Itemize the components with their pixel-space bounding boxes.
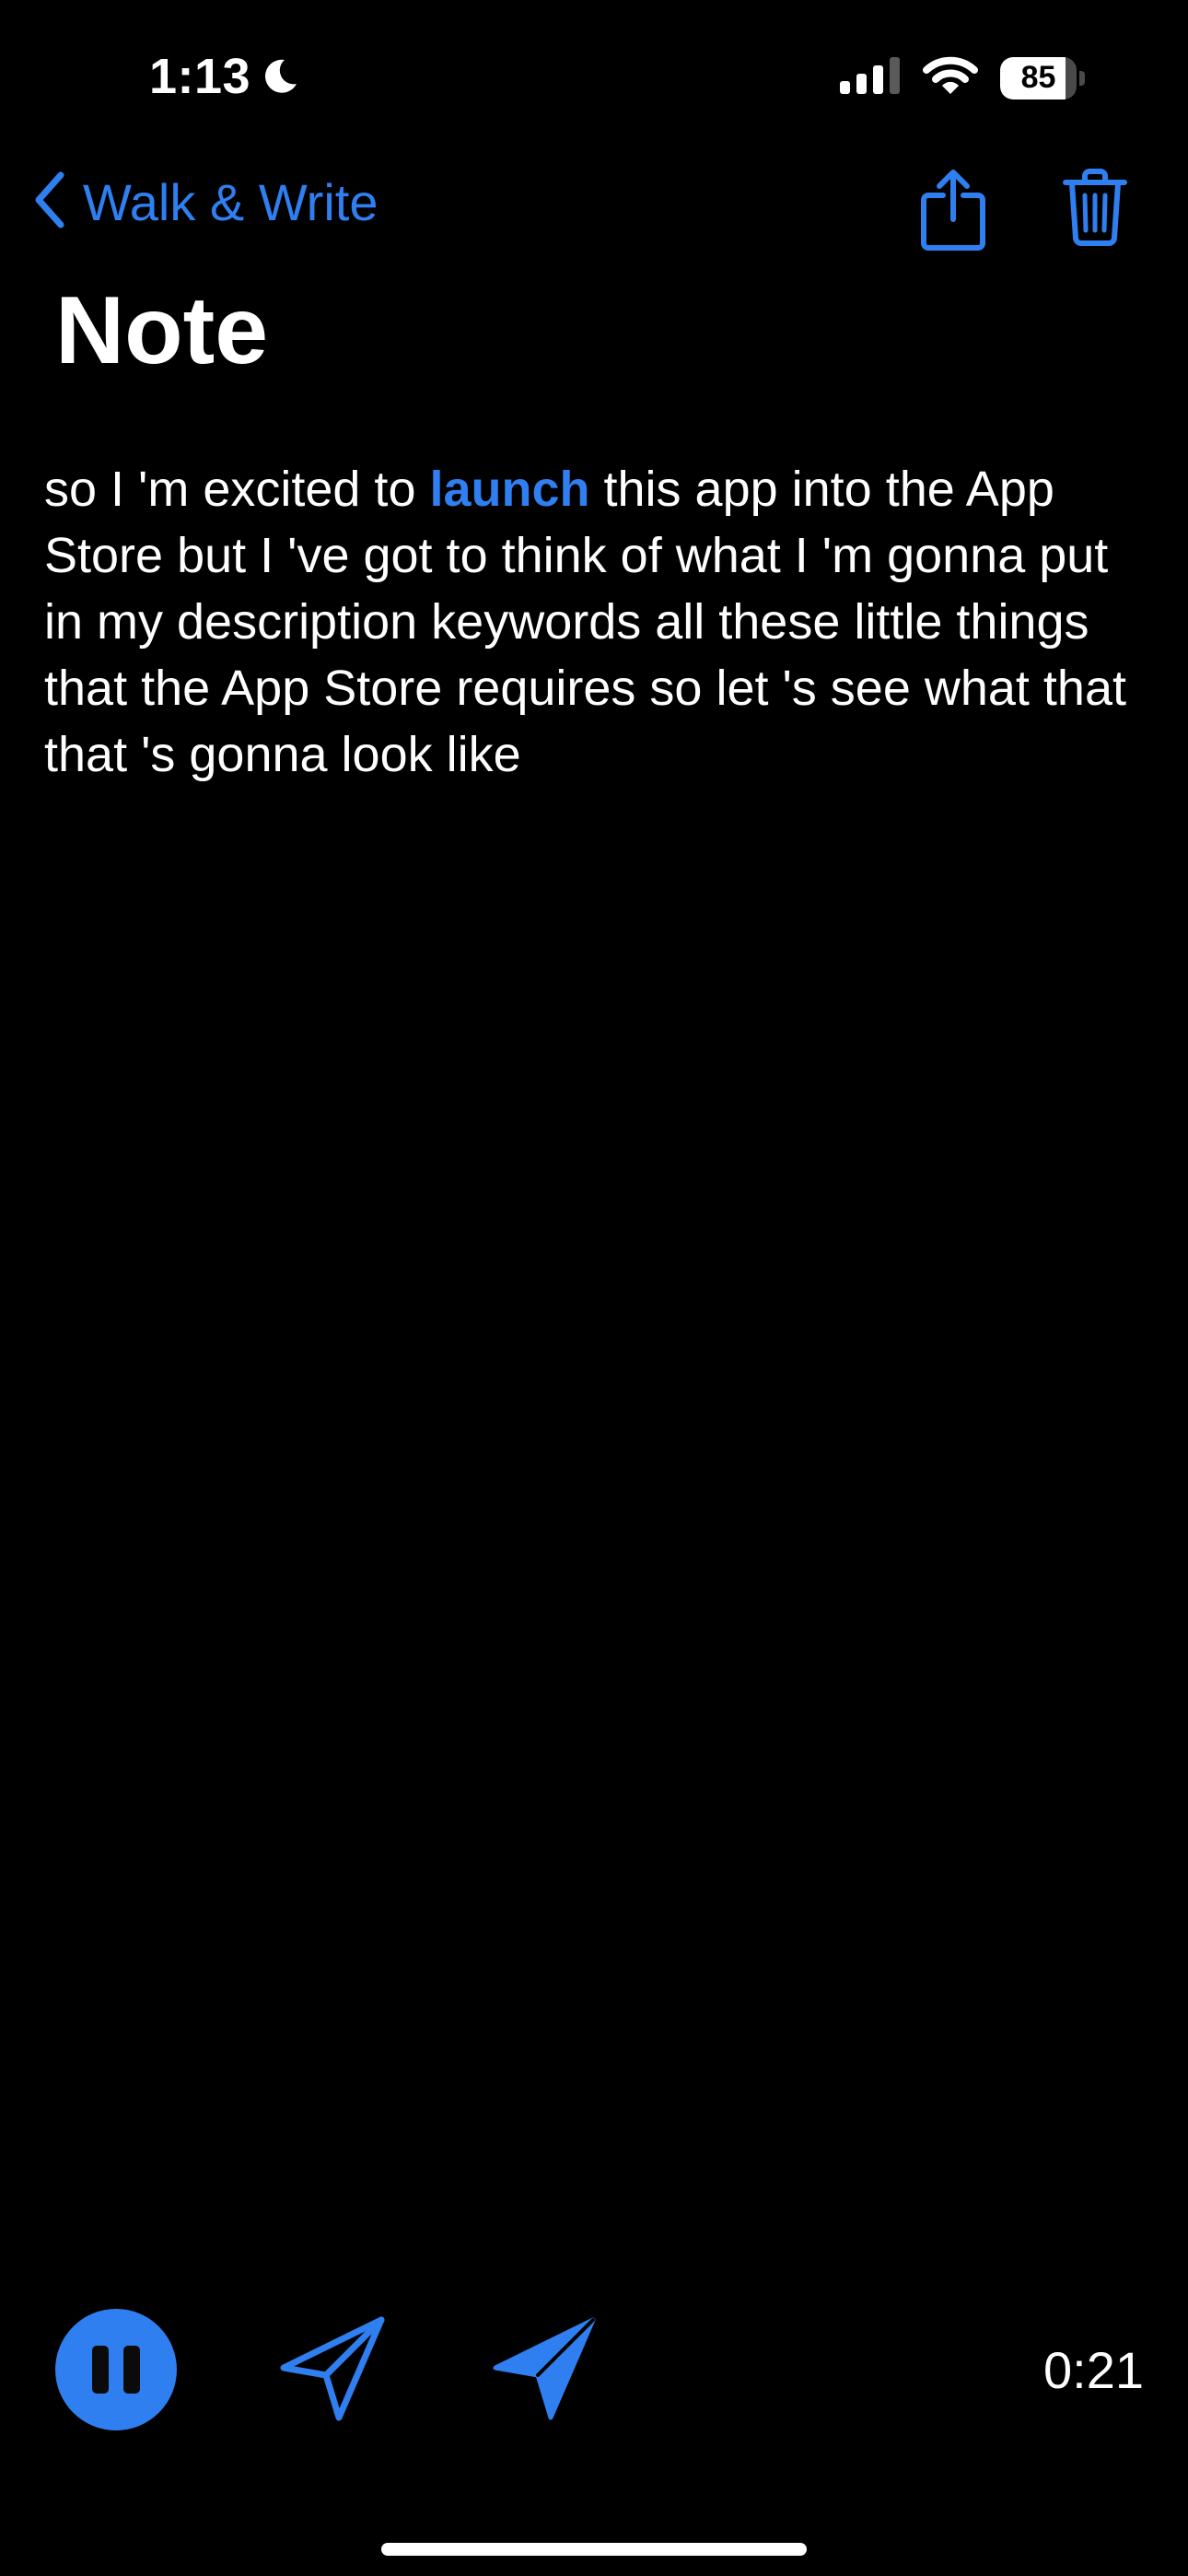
status-indicators: 85 [840,55,1085,100]
status-time: 1:13 [149,49,251,104]
back-button[interactable]: Walk & Write [33,171,378,233]
wifi-icon [923,55,978,100]
recording-timer: 0:21 [1043,2341,1144,2399]
highlighted-word[interactable]: launch [429,462,589,517]
back-button-label: Walk & Write [83,173,379,231]
battery-cap [1079,70,1085,86]
pause-bar-right [123,2346,140,2394]
share-button[interactable] [919,168,987,257]
send-filled-icon [490,2317,599,2427]
share-icon [919,170,987,256]
pause-bar-left [92,2346,109,2394]
chevron-left-icon [33,171,66,233]
pause-icon [92,2346,140,2394]
battery-body: 85 [1000,56,1077,100]
note-text[interactable]: so I 'm excited to launch this app into … [44,456,1149,788]
battery-indicator: 85 [1000,56,1085,100]
status-time-group: 1:13 [149,48,300,105]
note-text-before: so I 'm excited to [44,462,430,517]
send-outline-button[interactable] [278,2314,387,2428]
status-bar: 1:13 85 [0,0,1188,157]
page-title: Note [55,277,269,384]
trash-icon [1063,169,1127,251]
delete-button[interactable] [1063,168,1127,252]
moon-icon [260,56,300,97]
send-outline-icon [278,2316,387,2427]
battery-level: 85 [1020,60,1056,95]
home-indicator[interactable] [381,2543,807,2556]
cellular-signal-icon [840,57,901,99]
send-filled-button[interactable] [490,2314,599,2428]
pause-button[interactable] [55,2309,177,2430]
